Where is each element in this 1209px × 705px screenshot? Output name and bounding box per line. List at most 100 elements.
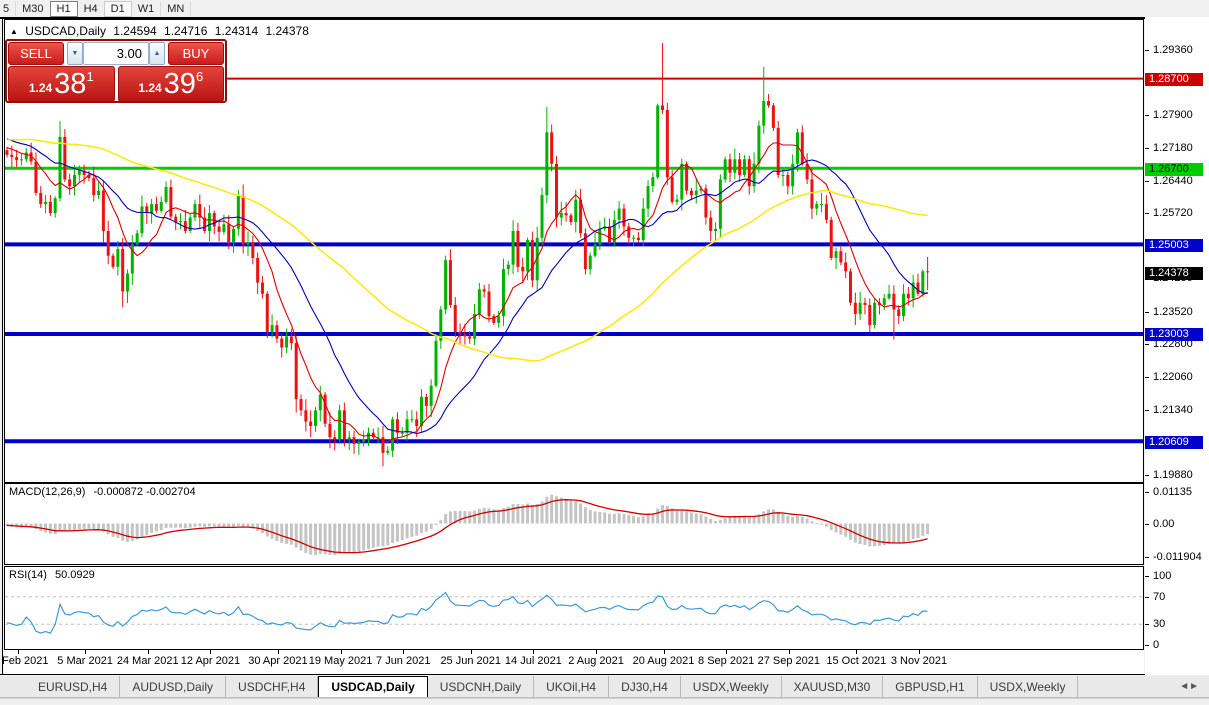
macd-bar <box>280 524 283 544</box>
buy-price-big: 39 <box>164 69 196 99</box>
macd-bar <box>391 524 394 544</box>
macd-bar <box>121 524 124 541</box>
chart-tab-usdchf-h4[interactable]: USDCHF,H4 <box>226 676 318 697</box>
macd-bar <box>820 524 823 525</box>
timeframe-button-h1[interactable]: H1 <box>50 1 78 17</box>
macd-bar <box>839 524 842 535</box>
candle-body <box>420 397 423 426</box>
chart-tab-dj30-h4[interactable]: DJ30,H4 <box>609 676 681 697</box>
spread-increase-button[interactable]: ▲ <box>149 42 165 65</box>
candle-body <box>762 101 765 126</box>
candle-body <box>150 204 153 213</box>
candle-body <box>622 209 625 227</box>
timeframe-button-h4[interactable]: H4 <box>77 1 105 17</box>
macd-bar <box>54 524 57 535</box>
macd-bar <box>714 521 717 524</box>
macd-bar <box>786 516 789 523</box>
ohlc-close: 1.24378 <box>266 24 309 38</box>
candle-body <box>709 218 712 231</box>
macd-bar <box>328 524 331 555</box>
macd-bar <box>126 524 129 542</box>
spread-decrease-button[interactable]: ▼ <box>67 42 83 65</box>
candle-body <box>44 202 47 204</box>
macd-bar <box>381 524 384 547</box>
sell-price-box[interactable]: 1.24 38 1 <box>8 66 115 102</box>
buy-price-box[interactable]: 1.24 39 6 <box>118 66 225 102</box>
macd-bar <box>608 514 611 524</box>
time-axis-tick <box>148 650 149 654</box>
candle-body <box>304 410 307 421</box>
macd-bar <box>434 524 437 526</box>
macd-bar <box>78 524 81 530</box>
sell-button[interactable]: SELL <box>8 42 64 65</box>
macd-bar <box>290 524 293 545</box>
timeframe-button-5[interactable]: 5 <box>0 1 16 17</box>
candle-body <box>285 336 288 347</box>
candle-body <box>434 341 437 386</box>
chart-tab-eurusd-h4[interactable]: EURUSD,H4 <box>26 676 120 697</box>
chart-tab-usdx-weekly[interactable]: USDX,Weekly <box>978 676 1079 697</box>
candle-body <box>256 258 259 283</box>
candle-body <box>59 137 62 198</box>
candle-body <box>463 334 466 336</box>
candle-body <box>179 221 182 222</box>
candle-body <box>160 202 163 211</box>
macd-bar <box>357 524 360 552</box>
chart-tab-ukoil-h4[interactable]: UKOil,H4 <box>534 676 609 697</box>
candle-body <box>116 249 119 267</box>
rsi-axis-label: 30 <box>1153 618 1165 630</box>
macd-bar <box>772 509 775 523</box>
candle-body <box>724 159 727 179</box>
chart-tab-usdcad-daily[interactable]: USDCAD,Daily <box>318 676 427 697</box>
candle-body <box>222 224 225 232</box>
candle-body <box>488 292 491 317</box>
candle-body <box>521 267 524 271</box>
macd-bar <box>275 524 278 542</box>
price-axis-tick <box>1145 377 1149 378</box>
tab-scroll-right-icon[interactable]: ► <box>1189 681 1199 692</box>
chart-tab-audusd-daily[interactable]: AUDUSD,Daily <box>120 676 226 697</box>
macd-bar <box>704 517 707 524</box>
rsi-canvas[interactable] <box>5 567 1143 649</box>
macd-bar <box>888 524 891 545</box>
spread-input[interactable] <box>83 42 149 65</box>
macd-bar <box>112 524 115 537</box>
candle-body <box>738 159 741 175</box>
macd-label: MACD(12,26,9) -0.000872 -0.002704 <box>9 486 201 498</box>
macd-bar <box>767 510 770 524</box>
frame-bottom <box>0 674 1209 675</box>
rsi-axis-tick <box>1145 597 1149 598</box>
candle-body <box>661 105 664 109</box>
chart-tab-xauusd-m30[interactable]: XAUUSD,M30 <box>782 676 884 697</box>
time-axis[interactable]: 15 Feb 20215 Mar 202124 Mar 202112 Apr 2… <box>4 650 1144 674</box>
candle-body <box>112 256 115 267</box>
tab-scroll-left-icon[interactable]: ◄ <box>1179 681 1189 692</box>
price-chart-panel: ▲ USDCAD,Daily 1.24594 1.24716 1.24314 1… <box>4 19 1144 483</box>
macd-bar <box>579 503 582 523</box>
time-axis-tick <box>18 650 19 654</box>
timeframe-button-m30[interactable]: M30 <box>15 1 50 17</box>
candle-body <box>801 132 804 163</box>
chart-tab-usdcnh-daily[interactable]: USDCNH,Daily <box>428 676 534 697</box>
macd-bar <box>550 495 553 524</box>
timeframe-button-w1[interactable]: W1 <box>131 1 162 17</box>
candle-body <box>772 105 775 127</box>
candle-body <box>410 419 413 420</box>
macd-bar <box>150 524 153 533</box>
collapse-arrow-icon[interactable]: ▲ <box>10 27 18 36</box>
chart-tab-usdx-weekly[interactable]: USDX,Weekly <box>681 676 782 697</box>
timeframe-button-mn[interactable]: MN <box>160 1 191 17</box>
macd-bar <box>444 514 447 524</box>
macd-bar <box>309 524 312 555</box>
timeframe-button-d1[interactable]: D1 <box>104 1 132 17</box>
time-axis-tick <box>341 650 342 654</box>
macd-bar <box>425 524 428 532</box>
candle-body <box>651 177 654 186</box>
timeframe-toolbar: 5M30H1H4D1W1MN <box>0 0 1209 17</box>
candle-body <box>748 159 751 186</box>
price-axis[interactable]: 1.293601.286401.279001.271801.264401.257… <box>1145 17 1209 675</box>
macd-bar <box>565 499 568 524</box>
buy-button[interactable]: BUY <box>168 42 224 65</box>
chart-tab-gbpusd-h1[interactable]: GBPUSD,H1 <box>883 676 977 697</box>
candle-body <box>391 419 394 450</box>
